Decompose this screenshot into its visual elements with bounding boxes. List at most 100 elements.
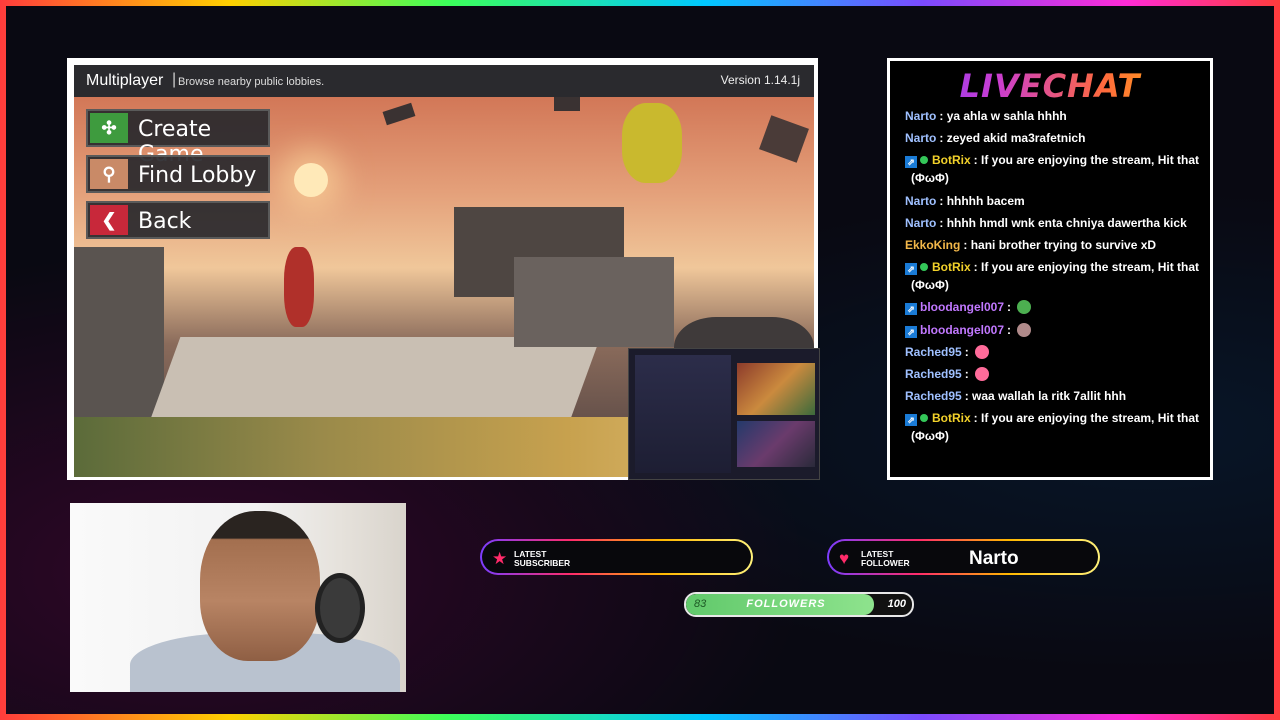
- chat-text-continuation: (ΦωΦ): [911, 278, 949, 293]
- tag-line: FOLLOWER: [861, 558, 910, 568]
- streamer-head: [200, 511, 320, 661]
- user-badge-icon: ⇗: [905, 303, 917, 316]
- network-icon: ✣: [90, 113, 128, 143]
- chat-text: If you are enjoying the stream, Hit that: [981, 153, 1200, 168]
- chat-message: Rached95: waa wallah la ritk 7allit hhh: [905, 387, 1201, 405]
- chat-text: If you are enjoying the stream, Hit that: [981, 260, 1200, 275]
- yellow-character: [622, 103, 682, 183]
- chat-separator: :: [939, 131, 947, 146]
- chat-message: ⇗ bloodangel007:: [905, 298, 1201, 316]
- chat-username[interactable]: bloodangel007: [920, 300, 1004, 314]
- chat-username[interactable]: Rached95: [905, 367, 962, 381]
- stone-platform: [147, 337, 601, 427]
- chat-message: Rached95:: [905, 343, 1201, 361]
- chat-text: hhhhh bacem: [946, 193, 1025, 208]
- game-subtitle: Browse nearby public lobbies.: [178, 76, 325, 88]
- chat-username[interactable]: Narto: [905, 109, 936, 123]
- chat-message: ⇗ BotRix: If you are enjoying the stream,…: [905, 151, 1201, 187]
- chat-username[interactable]: EkkoKing: [905, 238, 960, 252]
- livechat-title: LIVECHAT: [890, 67, 1210, 105]
- chat-username[interactable]: BotRix: [932, 153, 971, 167]
- goal-label: FOLLOWERS: [746, 598, 826, 610]
- chat-message: EkkoKing: hani brother trying to survive…: [905, 236, 1201, 254]
- chat-text-continuation: (ΦωΦ): [911, 171, 949, 186]
- chat-message: ⇗ BotRix: If you are enjoying the stream,…: [905, 258, 1201, 294]
- chat-separator: :: [939, 215, 947, 230]
- chat-text: hhhh hmdl wnk enta chniya dawertha kick: [946, 215, 1187, 230]
- headphones: [315, 573, 365, 643]
- create-game-button[interactable]: ✣ Create Game: [86, 109, 270, 167]
- goal-max: 100: [887, 598, 906, 610]
- star-icon: ★: [492, 549, 508, 568]
- chat-separator: :: [939, 109, 947, 123]
- chat-text: waa wallah la ritk 7allit hhh: [972, 389, 1127, 404]
- chat-separator: :: [1007, 300, 1015, 315]
- bot-badge-icon: ⇗: [905, 156, 917, 169]
- tank-vehicle: [514, 257, 674, 347]
- verified-icon: [920, 414, 928, 423]
- bot-badge-icon: ⇗: [905, 263, 917, 276]
- floating-rock: [759, 115, 809, 163]
- latest-follower-tag: LATEST FOLLOWER: [861, 550, 910, 568]
- heart-icon: ♥: [839, 549, 850, 568]
- livechat-panel: LIVECHAT Narto: ya ahla w sahla hhhh Nart…: [887, 58, 1213, 480]
- find-lobby-label: Find Lobby: [138, 163, 257, 188]
- preview-panel: [635, 355, 731, 473]
- latest-follower-widget: ♥ LATEST FOLLOWER Narto: [827, 539, 1100, 575]
- chat-separator: :: [973, 153, 982, 168]
- pink-feather-emote-icon: [975, 366, 990, 381]
- preview-game-art: [737, 421, 815, 467]
- chat-text: zeyed akid ma3rafetnich: [946, 131, 1086, 146]
- find-lobby-button[interactable]: ⚲ Find Lobby: [86, 155, 270, 193]
- verified-icon: [920, 263, 928, 272]
- back-arrow-icon: ❮: [90, 205, 128, 235]
- chat-username[interactable]: Rached95: [905, 389, 962, 403]
- game-title: Multiplayer: [86, 72, 164, 89]
- chat-message: ⇗ BotRix: If you are enjoying the stream,…: [905, 409, 1201, 445]
- followers-goal-bar: 83 FOLLOWERS 100: [684, 592, 914, 617]
- chat-username[interactable]: Narto: [905, 131, 936, 145]
- chat-text: ya ahla w sahla hhhh: [946, 109, 1067, 123]
- chat-separator: :: [939, 193, 947, 208]
- chat-text: hani brother trying to survive xD: [970, 237, 1157, 252]
- bot-badge-icon: ⇗: [905, 414, 917, 427]
- chat-username[interactable]: Narto: [905, 216, 936, 230]
- chat-separator: :: [964, 389, 973, 404]
- desktop-preview-thumbnail: [628, 348, 820, 480]
- chat-separator: :: [973, 260, 982, 275]
- chat-separator: :: [973, 411, 982, 426]
- chat-text: If you are enjoying the stream, Hit that: [981, 411, 1200, 426]
- back-label: Back: [138, 209, 192, 234]
- red-character: [284, 247, 314, 327]
- chat-username[interactable]: BotRix: [932, 260, 971, 274]
- floating-rock: [554, 97, 580, 111]
- webcam-feed: [70, 503, 406, 692]
- game-version: Version 1.14.1j: [720, 73, 800, 87]
- chat-message: Narto: zeyed akid ma3rafetnich: [905, 129, 1201, 147]
- game-header: Multiplayer | Browse nearby public lobbi…: [74, 65, 814, 97]
- chat-username[interactable]: Rached95: [905, 345, 962, 359]
- title-separator: |: [172, 71, 177, 88]
- chat-separator: :: [964, 366, 973, 381]
- latest-subscriber-widget: ★ LATEST SUBSCRIBER: [480, 539, 753, 575]
- preview-game-art: [737, 363, 815, 415]
- chat-message: Narto: hhhh hmdl wnk enta chniya dawerth…: [905, 214, 1201, 232]
- latest-subscriber-tag: LATEST SUBSCRIBER: [514, 550, 570, 568]
- latest-follower-value: Narto: [969, 548, 1019, 569]
- chat-message-list[interactable]: Narto: ya ahla w sahla hhhh Narto: zeyed …: [905, 107, 1201, 477]
- chat-message: Narto: ya ahla w sahla hhhh: [905, 107, 1201, 125]
- verified-icon: [920, 156, 928, 165]
- floating-rock: [382, 102, 416, 126]
- chat-text-continuation: (ΦωΦ): [911, 429, 949, 444]
- chat-separator: :: [963, 237, 971, 252]
- tag-line: SUBSCRIBER: [514, 558, 571, 568]
- chat-username[interactable]: Narto: [905, 194, 936, 208]
- chat-message: ⇗ bloodangel007:: [905, 321, 1201, 339]
- back-button[interactable]: ❮ Back: [86, 201, 270, 239]
- chat-username[interactable]: BotRix: [932, 411, 971, 425]
- cat-face-emote-icon: [1017, 322, 1032, 337]
- chat-username[interactable]: bloodangel007: [920, 323, 1004, 337]
- chat-separator: :: [964, 344, 973, 359]
- chat-message: Narto: hhhhh bacem: [905, 192, 1201, 210]
- sun-graphic: [294, 163, 328, 197]
